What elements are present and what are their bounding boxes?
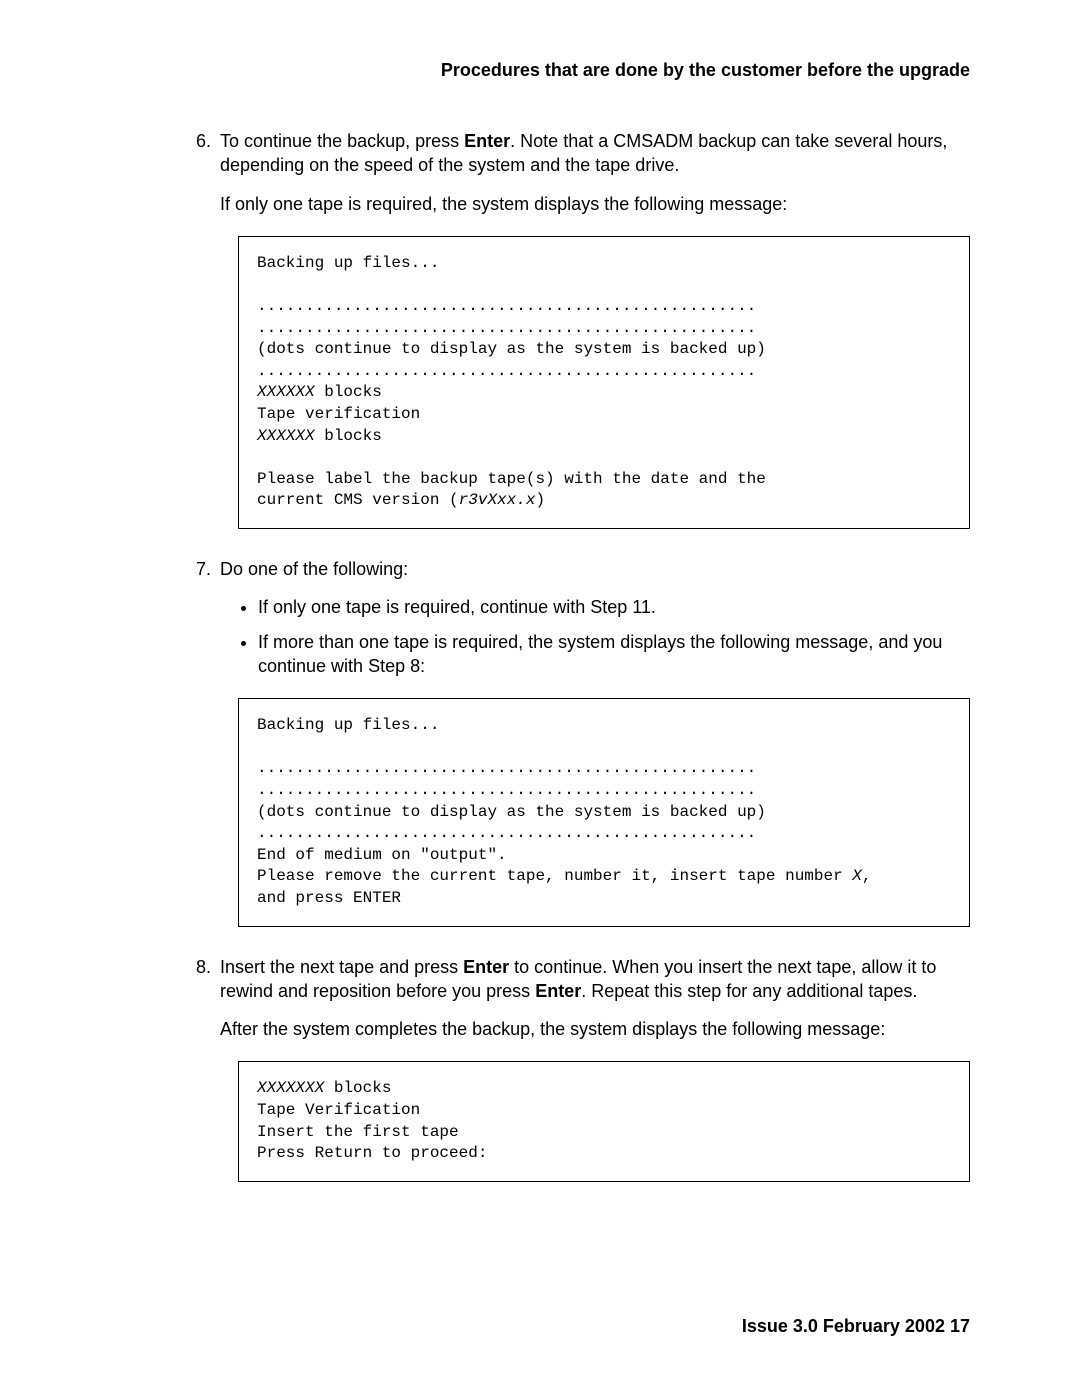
step-8: 8.Insert the next tape and press Enter t…	[220, 955, 970, 1042]
code-line: ........................................…	[257, 297, 756, 315]
step-number: 6.	[196, 129, 220, 153]
code-line: blocks	[315, 383, 382, 401]
code-block-2: Backing up files... ....................…	[238, 698, 970, 926]
code-line: ........................................…	[257, 362, 756, 380]
code-var: XXXXXX	[257, 427, 315, 445]
code-line: Press Return to proceed:	[257, 1144, 487, 1162]
key-enter: Enter	[535, 981, 581, 1001]
key-enter: Enter	[464, 131, 510, 151]
page-header: Procedures that are done by the customer…	[100, 60, 980, 81]
code-var: XXXXXXX	[257, 1079, 324, 1097]
code-line: Please remove the current tape, number i…	[257, 867, 852, 885]
key-enter: Enter	[463, 957, 509, 977]
code-line: End of medium on "output".	[257, 846, 507, 864]
page-footer: Issue 3.0 February 2002 17	[742, 1316, 970, 1337]
code-var: X	[852, 867, 862, 885]
code-block-3: XXXXXXX blocks Tape Verification Insert …	[238, 1061, 970, 1181]
page: Procedures that are done by the customer…	[0, 0, 1080, 1397]
bullet-list: If only one tape is required, continue w…	[220, 595, 970, 678]
code-line: )	[535, 491, 545, 509]
step-text: Do one of the following:	[220, 559, 408, 579]
code-block-1: Backing up files... ....................…	[238, 236, 970, 529]
code-line: Insert the first tape	[257, 1123, 459, 1141]
code-line: and press ENTER	[257, 889, 401, 907]
code-var: XXXXXX	[257, 383, 315, 401]
code-line: Backing up files...	[257, 716, 439, 734]
bullet-item: If only one tape is required, continue w…	[258, 595, 970, 619]
code-line: current CMS version (	[257, 491, 459, 509]
bullet-item: If more than one tape is required, the s…	[258, 630, 970, 679]
code-line: ........................................…	[257, 824, 756, 842]
step-number: 7.	[196, 557, 220, 581]
code-line: blocks	[315, 427, 382, 445]
code-line: Tape verification	[257, 405, 420, 423]
code-line: (dots continue to display as the system …	[257, 340, 766, 358]
code-line: ........................................…	[257, 319, 756, 337]
step-6: 6.To continue the backup, press Enter. N…	[220, 129, 970, 216]
step-text: . Repeat this step for any additional ta…	[581, 981, 917, 1001]
step-number: 8.	[196, 955, 220, 979]
code-line: (dots continue to display as the system …	[257, 803, 766, 821]
code-line: ........................................…	[257, 759, 756, 777]
step-7: 7.Do one of the following: If only one t…	[220, 557, 970, 678]
code-line: Tape Verification	[257, 1101, 420, 1119]
code-line: ........................................…	[257, 781, 756, 799]
step-para: If only one tape is required, the system…	[220, 192, 970, 216]
code-var: r3vXxx.x	[459, 491, 536, 509]
step-para: After the system completes the backup, t…	[220, 1017, 970, 1041]
code-line: ,	[862, 867, 872, 885]
code-line: Please label the backup tape(s) with the…	[257, 470, 766, 488]
step-text: Insert the next tape and press	[220, 957, 463, 977]
step-text: To continue the backup, press	[220, 131, 464, 151]
page-content: 6.To continue the backup, press Enter. N…	[220, 129, 970, 1182]
code-line: Backing up files...	[257, 254, 439, 272]
code-line: blocks	[324, 1079, 391, 1097]
